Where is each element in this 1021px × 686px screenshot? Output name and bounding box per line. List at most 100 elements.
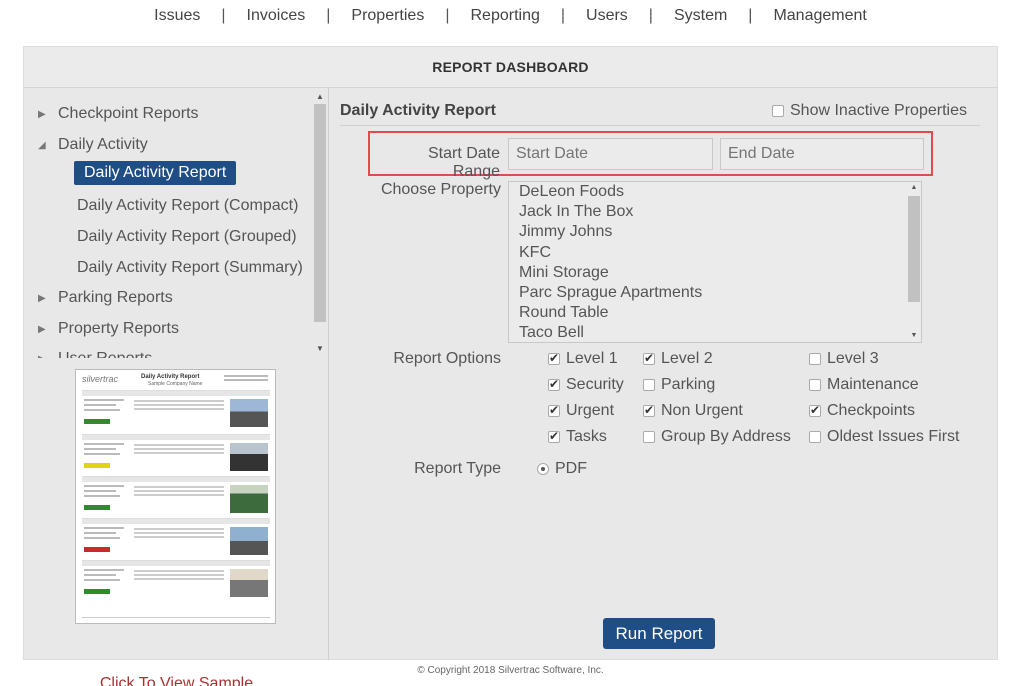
nav-issues[interactable]: Issues bbox=[154, 7, 200, 25]
option-label: Security bbox=[566, 376, 624, 393]
property-scrollbar[interactable]: ▲ ▼ bbox=[907, 182, 921, 342]
property-option[interactable]: Jimmy Johns bbox=[519, 223, 612, 241]
caret-right-icon: ▶ bbox=[38, 354, 58, 359]
tree-node-user-reports[interactable]: ▶ User Reports bbox=[38, 350, 152, 358]
option-label: Urgent bbox=[566, 402, 615, 419]
tree-item-daily-activity-report[interactable]: Daily Activity Report bbox=[74, 161, 237, 185]
start-date-range-label: Start Date Range bbox=[427, 145, 500, 180]
option-security[interactable]: Security bbox=[548, 376, 624, 394]
start-date-input[interactable] bbox=[508, 138, 713, 170]
nav-reporting[interactable]: Reporting bbox=[470, 7, 539, 25]
scroll-down-icon[interactable]: ▼ bbox=[313, 342, 327, 356]
nav-separator: | bbox=[560, 7, 566, 24]
report-tree: ▶ Checkpoint Reports ◢ Daily Activity Da… bbox=[24, 88, 329, 358]
checkbox-checked-icon[interactable] bbox=[643, 351, 655, 365]
tree-node-property-reports[interactable]: ▶ Property Reports bbox=[38, 320, 179, 338]
report-type-pdf[interactable]: PDF bbox=[537, 460, 587, 478]
radio-selected-icon[interactable] bbox=[537, 463, 549, 475]
nav-properties[interactable]: Properties bbox=[351, 7, 424, 25]
tree-item-daily-activity-report-summary[interactable]: Daily Activity Report (Summary) bbox=[77, 259, 303, 277]
nav-users[interactable]: Users bbox=[586, 7, 628, 25]
option-parking[interactable]: Parking bbox=[643, 376, 715, 394]
show-inactive-checkbox[interactable] bbox=[772, 105, 784, 117]
property-option[interactable]: Taco Bell bbox=[519, 324, 584, 342]
nav-invoices[interactable]: Invoices bbox=[247, 7, 306, 25]
scroll-up-icon[interactable]: ▲ bbox=[313, 90, 327, 104]
option-label: Oldest Issues First bbox=[827, 428, 960, 445]
caret-right-icon: ▶ bbox=[38, 323, 46, 335]
option-tasks[interactable]: Tasks bbox=[548, 428, 607, 446]
property-option[interactable]: Round Table bbox=[519, 304, 609, 322]
option-level-3[interactable]: Level 3 bbox=[809, 350, 879, 368]
tree-node-label: Property Reports bbox=[58, 320, 179, 337]
view-sample-link[interactable]: Click To View Sample bbox=[24, 675, 329, 686]
property-option[interactable]: Mini Storage bbox=[519, 264, 609, 282]
report-type-label: Report Type bbox=[414, 460, 501, 477]
checkbox-icon[interactable] bbox=[643, 431, 655, 443]
title-divider bbox=[340, 125, 980, 126]
scroll-down-icon[interactable]: ▼ bbox=[907, 330, 921, 342]
tree-node-parking-reports[interactable]: ▶ Parking Reports bbox=[38, 289, 173, 307]
report-type-option-label: PDF bbox=[555, 460, 587, 477]
sample-footer-rule bbox=[82, 617, 270, 618]
tree-node-label: Checkpoint Reports bbox=[58, 105, 199, 122]
checkbox-checked-icon[interactable] bbox=[548, 429, 560, 443]
scroll-thumb[interactable] bbox=[908, 196, 920, 302]
checkbox-icon[interactable] bbox=[809, 379, 821, 391]
show-inactive-label: Show Inactive Properties bbox=[790, 102, 967, 119]
caret-right-icon: ▶ bbox=[38, 108, 46, 120]
option-urgent[interactable]: Urgent bbox=[548, 402, 614, 420]
option-label: Maintenance bbox=[827, 376, 919, 393]
option-level-1[interactable]: Level 1 bbox=[548, 350, 618, 368]
option-non-urgent[interactable]: Non Urgent bbox=[643, 402, 743, 420]
tree-item-daily-activity-report-compact[interactable]: Daily Activity Report (Compact) bbox=[77, 197, 298, 215]
property-listbox[interactable]: DeLeon Foods Jack In The Box Jimmy Johns… bbox=[508, 181, 922, 343]
tree-node-checkpoint-reports[interactable]: ▶ Checkpoint Reports bbox=[38, 105, 199, 123]
report-title: Daily Activity Report bbox=[340, 102, 496, 119]
copyright-footer: © Copyright 2018 Silvertrac Software, In… bbox=[417, 665, 604, 676]
report-options-label: Report Options bbox=[393, 350, 501, 367]
checkbox-checked-icon[interactable] bbox=[643, 403, 655, 417]
checkbox-checked-icon[interactable] bbox=[548, 351, 560, 365]
property-option[interactable]: KFC bbox=[519, 244, 551, 262]
nav-management[interactable]: Management bbox=[773, 7, 866, 25]
show-inactive-properties-toggle[interactable]: Show Inactive Properties bbox=[772, 102, 967, 120]
option-checkpoints[interactable]: Checkpoints bbox=[809, 402, 915, 420]
option-label: Level 1 bbox=[566, 350, 618, 367]
run-report-button[interactable]: Run Report bbox=[603, 618, 715, 649]
option-group-by-address[interactable]: Group By Address bbox=[643, 428, 791, 446]
option-oldest-issues-first[interactable]: Oldest Issues First bbox=[809, 428, 959, 446]
checkbox-icon[interactable] bbox=[643, 379, 655, 391]
checkbox-checked-icon[interactable] bbox=[548, 403, 560, 417]
sample-date-lines bbox=[224, 375, 268, 377]
option-label: Non Urgent bbox=[661, 402, 743, 419]
sample-row bbox=[82, 560, 270, 598]
property-option[interactable]: Jack In The Box bbox=[519, 203, 633, 221]
nav-separator: | bbox=[221, 7, 226, 24]
property-option[interactable]: DeLeon Foods bbox=[519, 183, 624, 201]
end-date-input[interactable] bbox=[720, 138, 924, 170]
property-option[interactable]: Parc Sprague Apartments bbox=[519, 284, 702, 302]
tree-item-daily-activity-report-grouped[interactable]: Daily Activity Report (Grouped) bbox=[77, 228, 297, 246]
scroll-thumb[interactable] bbox=[314, 104, 326, 322]
tree-node-label: Parking Reports bbox=[58, 289, 173, 306]
option-maintenance[interactable]: Maintenance bbox=[809, 376, 919, 394]
tree-node-label: Daily Activity bbox=[58, 136, 148, 153]
sample-row bbox=[82, 476, 270, 514]
top-navigation: Issues | Invoices | Properties | Reporti… bbox=[0, 0, 1021, 32]
checkbox-checked-icon[interactable] bbox=[809, 403, 821, 417]
option-label: Level 2 bbox=[661, 350, 713, 367]
checkbox-icon[interactable] bbox=[809, 353, 821, 365]
scroll-up-icon[interactable]: ▲ bbox=[907, 182, 921, 194]
nav-separator: | bbox=[748, 7, 753, 24]
tree-node-daily-activity[interactable]: ◢ Daily Activity bbox=[38, 136, 148, 154]
option-level-2[interactable]: Level 2 bbox=[643, 350, 713, 368]
checkbox-icon[interactable] bbox=[809, 431, 821, 443]
tree-node-label: User Reports bbox=[58, 350, 152, 358]
tree-scrollbar[interactable]: ▲ ▼ bbox=[313, 90, 327, 356]
checkbox-checked-icon[interactable] bbox=[548, 377, 560, 391]
nav-system[interactable]: System bbox=[674, 7, 727, 25]
caret-down-icon: ◢ bbox=[38, 139, 46, 151]
report-sample-thumbnail[interactable]: silvertrac Daily Activity Report Sample … bbox=[75, 369, 276, 624]
dashboard-title: REPORT DASHBOARD bbox=[24, 47, 997, 88]
